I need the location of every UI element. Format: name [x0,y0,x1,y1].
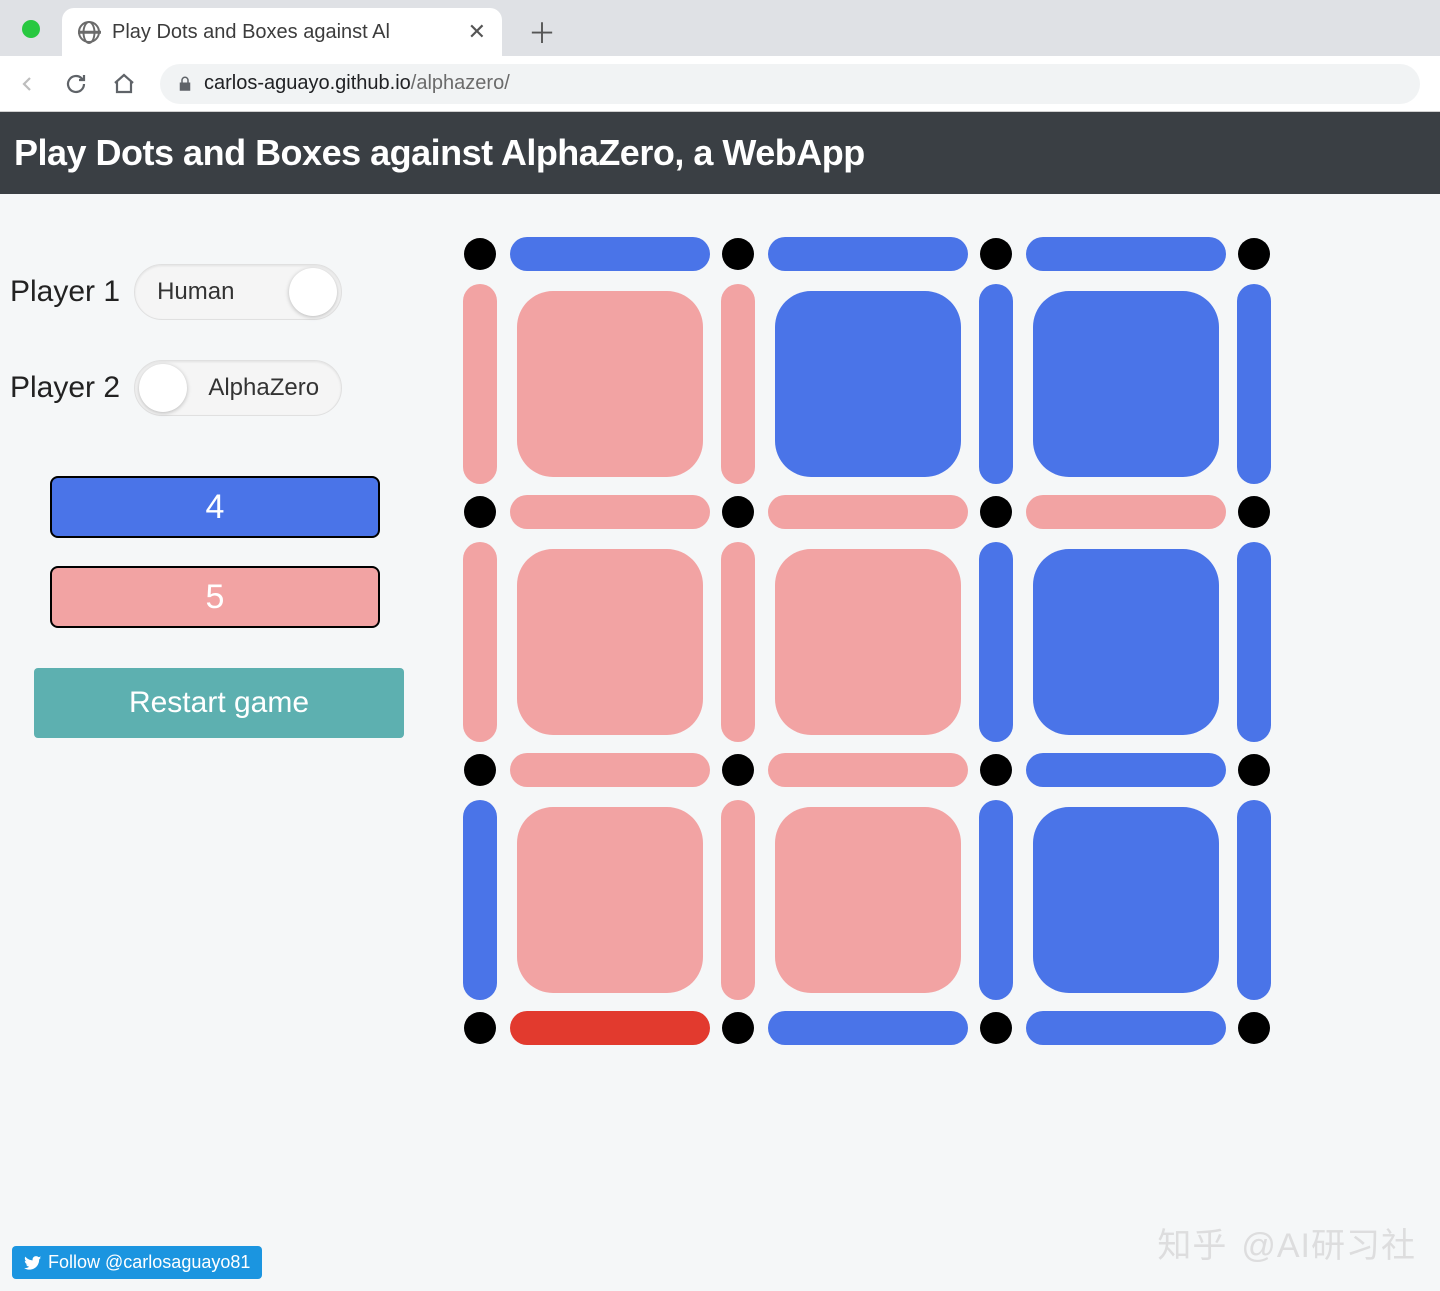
score-player1: 4 [50,476,380,538]
edge-h-1-1[interactable] [768,495,968,529]
edge-h-2-1[interactable] [768,753,968,787]
close-icon[interactable]: ✕ [468,19,486,45]
dot-0-2 [980,238,1012,270]
edge-h-3-1[interactable] [768,1011,968,1045]
dot-0-3 [1238,238,1270,270]
edge-h-1-2[interactable] [1026,495,1226,529]
browser-toolbar: carlos-aguayo.github.io/alphazero/ [0,56,1440,112]
page-body: Play Dots and Boxes against AlphaZero, a… [0,112,1440,1291]
dot-1-0 [464,496,496,528]
edge-v-0-3[interactable] [1237,284,1271,484]
player1-label: Player 1 [10,275,120,309]
edge-v-1-3[interactable] [1237,542,1271,742]
dot-3-1 [722,1012,754,1044]
dot-1-3 [1238,496,1270,528]
sidebar: Player 1 Human Player 2 AlphaZero 4 5 Re… [10,234,430,1054]
dot-3-3 [1238,1012,1270,1044]
new-tab-button[interactable]: ＋ [522,12,562,52]
box-2-1 [775,807,961,993]
edge-v-2-3[interactable] [1237,800,1271,1000]
box-1-2 [1033,549,1219,735]
window-traffic-light-green[interactable] [22,20,40,38]
watermark: 知乎 @AI研习社 [1157,1218,1416,1267]
twitter-follow-text: Follow @carlosaguayo81 [48,1252,250,1273]
box-1-0 [517,549,703,735]
game-board [460,234,1280,1054]
edge-v-0-1[interactable] [721,284,755,484]
page-title: Play Dots and Boxes against AlphaZero, a… [14,132,1426,174]
twitter-follow-button[interactable]: Follow @carlosaguayo81 [12,1246,262,1279]
watermark-author: @AI研习社 [1241,1218,1416,1267]
dot-0-1 [722,238,754,270]
edge-h-0-1[interactable] [768,237,968,271]
edge-v-1-1[interactable] [721,542,755,742]
player1-toggle-text: Human [157,278,234,306]
edge-h-3-2[interactable] [1026,1011,1226,1045]
dot-1-2 [980,496,1012,528]
edge-h-3-0[interactable] [510,1011,710,1045]
watermark-brand: 知乎 [1157,1218,1227,1267]
toggle-knob [289,268,337,316]
dot-0-0 [464,238,496,270]
edge-h-2-0[interactable] [510,753,710,787]
edge-v-1-2[interactable] [979,542,1013,742]
dot-2-1 [722,754,754,786]
tab-title: Play Dots and Boxes against Al [112,21,456,44]
edge-v-2-2[interactable] [979,800,1013,1000]
edge-v-2-0[interactable] [463,800,497,1000]
reload-button[interactable] [56,64,96,104]
dot-2-3 [1238,754,1270,786]
dot-2-2 [980,754,1012,786]
address-bar[interactable]: carlos-aguayo.github.io/alphazero/ [160,64,1420,104]
player2-label: Player 2 [10,371,120,405]
page-header: Play Dots and Boxes against AlphaZero, a… [0,112,1440,194]
edge-h-0-2[interactable] [1026,237,1226,271]
edge-v-0-0[interactable] [463,284,497,484]
toggle-knob [139,364,187,412]
browser-tab[interactable]: Play Dots and Boxes against Al ✕ [62,8,502,56]
edge-h-0-0[interactable] [510,237,710,271]
edge-v-1-0[interactable] [463,542,497,742]
edge-v-0-2[interactable] [979,284,1013,484]
box-2-0 [517,807,703,993]
lock-icon [176,75,194,93]
restart-button[interactable]: Restart game [34,668,404,738]
back-button[interactable] [8,64,48,104]
edge-v-2-1[interactable] [721,800,755,1000]
twitter-icon [24,1254,42,1272]
dot-1-1 [722,496,754,528]
edge-h-2-2[interactable] [1026,753,1226,787]
dot-3-2 [980,1012,1012,1044]
url-host: carlos-aguayo.github.io [204,72,411,94]
browser-tab-strip: Play Dots and Boxes against Al ✕ ＋ [0,0,1440,56]
player2-toggle-text: AlphaZero [208,374,319,402]
player2-toggle[interactable]: AlphaZero [134,360,342,416]
player1-toggle[interactable]: Human [134,264,342,320]
url-path: /alphazero/ [411,72,510,94]
box-0-2 [1033,291,1219,477]
dot-2-0 [464,754,496,786]
box-2-2 [1033,807,1219,993]
url-text: carlos-aguayo.github.io/alphazero/ [204,72,510,95]
edge-h-1-0[interactable] [510,495,710,529]
box-0-1 [775,291,961,477]
home-button[interactable] [104,64,144,104]
box-1-1 [775,549,961,735]
score-player2: 5 [50,566,380,628]
box-0-0 [517,291,703,477]
globe-icon [78,21,100,43]
dot-3-0 [464,1012,496,1044]
